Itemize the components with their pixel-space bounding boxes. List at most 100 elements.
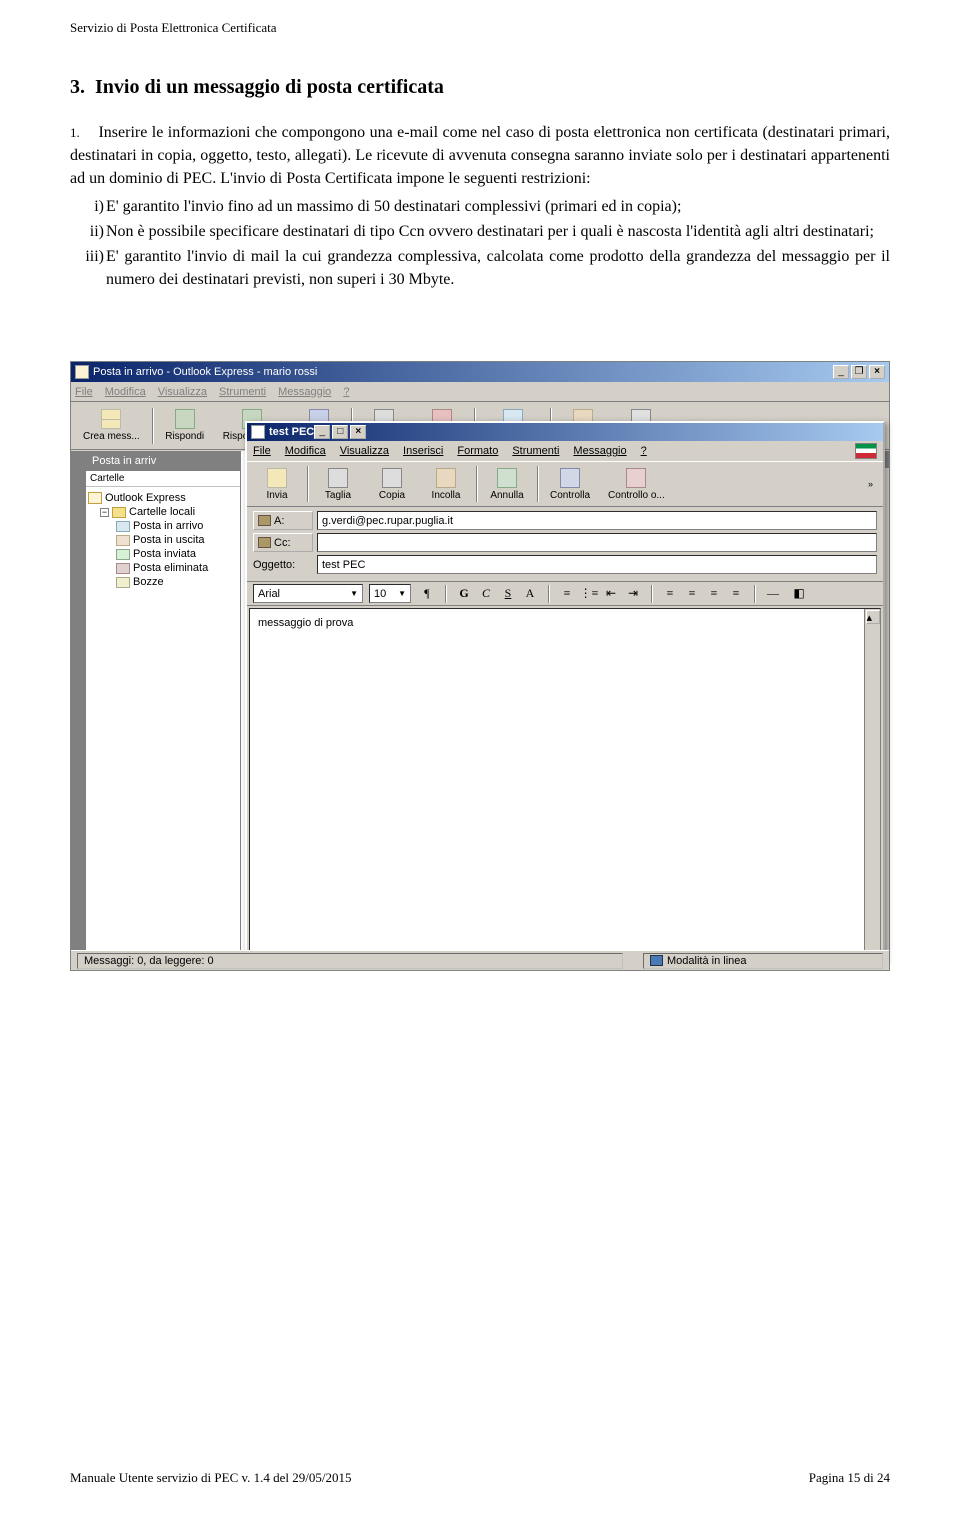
cc-button[interactable]: Cc: (253, 533, 313, 552)
connection-icon (650, 955, 663, 966)
compose-menu-modifica[interactable]: Modifica (285, 445, 326, 457)
tree-outbox[interactable]: Posta in uscita (88, 533, 238, 547)
reply-icon (175, 409, 195, 429)
chevron-down-icon: ▼ (398, 589, 406, 598)
compose-body-text: messaggio di prova (258, 617, 353, 629)
menu-help[interactable]: ? (343, 386, 349, 398)
folder-panel: Posta in arriv Cartelle Outlook Express … (86, 451, 241, 950)
address-book-icon (258, 537, 271, 548)
menu-modifica[interactable]: Modifica (105, 386, 146, 398)
list-marker: 1. (70, 124, 94, 143)
align-left-button[interactable]: ≡ (660, 584, 680, 604)
compose-maximize-button[interactable]: □ (332, 425, 348, 439)
cc-input[interactable] (317, 533, 877, 552)
separator (754, 585, 755, 603)
tree-sent[interactable]: Posta inviata (88, 547, 238, 561)
tree-local-folders[interactable]: − Cartelle locali (88, 505, 238, 519)
bold-button[interactable]: G (454, 584, 474, 604)
bullet-list-button[interactable]: ⋮≡ (579, 584, 599, 604)
number-list-button[interactable]: ≡ (557, 584, 577, 604)
subject-input[interactable] (317, 555, 877, 574)
outlook-bar[interactable] (71, 451, 86, 950)
section-heading: Invio di un messaggio di posta certifica… (95, 76, 444, 98)
list-item-1: 1. Inserire le informazioni che compongo… (70, 121, 890, 191)
align-right-button[interactable]: ≡ (704, 584, 724, 604)
cut-button[interactable]: Taglia (312, 462, 364, 506)
outdent-button[interactable]: ⇤ (601, 584, 621, 604)
align-center-button[interactable]: ≡ (682, 584, 702, 604)
compose-header-fields: A: Cc: Oggetto: (247, 507, 883, 582)
section-number: 3. (70, 76, 85, 98)
tree-drafts[interactable]: Bozze (88, 575, 238, 589)
compose-menu-strumenti[interactable]: Strumenti (512, 445, 559, 457)
to-input[interactable] (317, 511, 877, 530)
indent-button[interactable]: ⇥ (623, 584, 643, 604)
roman-item-ii: ii) Non è possibile specificare destinat… (106, 220, 890, 243)
tree-outlook-express[interactable]: Outlook Express (88, 491, 238, 505)
main-titlebar[interactable]: Posta in arrivo - Outlook Express - mari… (71, 362, 889, 382)
roman-item-i: i) E' garantito l'invio fino ad un massi… (106, 195, 890, 218)
format-toolbar: Arial ▼ 10 ▼ ¶ G C S A (247, 582, 883, 606)
paste-button[interactable]: Incolla (420, 462, 472, 506)
compose-menu-visualizza[interactable]: Visualizza (340, 445, 389, 457)
italic-button[interactable]: C (476, 584, 496, 604)
toolbar-separator (537, 466, 538, 502)
insert-image-button[interactable]: ◧ (789, 584, 809, 604)
font-size-select[interactable]: 10 ▼ (369, 584, 411, 603)
align-justify-button[interactable]: ≡ (726, 584, 746, 604)
compose-menu-help[interactable]: ? (641, 445, 647, 457)
new-message-button[interactable]: Crea mess... (75, 404, 148, 448)
message-list-area: test PEC _ □ × File Modifica Visualizza … (241, 451, 847, 950)
compose-body[interactable]: messaggio di prova ▴ ▾ (249, 608, 881, 968)
copy-icon (382, 468, 402, 488)
folder-header: Posta in arriv (86, 451, 240, 471)
collapse-icon[interactable]: − (100, 508, 109, 517)
menu-strumenti[interactable]: Strumenti (219, 386, 266, 398)
font-color-button[interactable]: A (520, 584, 540, 604)
status-messages: Messaggi: 0, da leggere: 0 (77, 953, 623, 969)
separator (651, 585, 652, 603)
compose-toolbar: Invia Taglia Copia Incolla Annulla Contr… (247, 461, 883, 507)
cut-icon (328, 468, 348, 488)
language-flag-icon[interactable] (855, 443, 877, 459)
trash-icon (116, 563, 130, 574)
compose-menubar: File Modifica Visualizza Inserisci Forma… (247, 441, 883, 461)
restore-button[interactable]: ❐ (851, 365, 867, 379)
toolbar-separator (307, 466, 308, 502)
compose-menu-messaggio[interactable]: Messaggio (573, 445, 626, 457)
hr-button[interactable]: — (763, 584, 783, 604)
menu-messaggio[interactable]: Messaggio (278, 386, 331, 398)
compose-close-button[interactable]: × (350, 425, 366, 439)
more-toolbar-button[interactable]: » (862, 475, 879, 493)
envelope-icon (101, 409, 121, 429)
undo-button[interactable]: Annulla (481, 462, 533, 506)
send-button[interactable]: Invia (251, 462, 303, 506)
paragraph-style-button[interactable]: ¶ (417, 584, 437, 604)
menu-file[interactable]: File (75, 386, 93, 398)
compose-titlebar[interactable]: test PEC _ □ × (247, 423, 883, 441)
compose-menu-file[interactable]: File (253, 445, 271, 457)
roman-item-iii: iii) E' garantito l'invio di mail la cui… (106, 245, 890, 291)
subject-label: Oggetto: (253, 555, 313, 574)
separator (548, 585, 549, 603)
outbox-icon (116, 535, 130, 546)
underline-button[interactable]: S (498, 584, 518, 604)
spellcheck-button[interactable]: Controllo o... (600, 462, 673, 506)
compose-menu-inserisci[interactable]: Inserisci (403, 445, 443, 457)
tree-deleted[interactable]: Posta eliminata (88, 561, 238, 575)
drafts-icon (116, 577, 130, 588)
roman-text: E' garantito l'invio di mail la cui gran… (106, 248, 890, 288)
compose-minimize-button[interactable]: _ (314, 425, 330, 439)
tree-inbox[interactable]: Posta in arrivo (88, 519, 238, 533)
font-select[interactable]: Arial ▼ (253, 584, 363, 603)
scroll-up-button[interactable]: ▴ (866, 610, 880, 624)
compose-menu-formato[interactable]: Formato (457, 445, 498, 457)
to-button[interactable]: A: (253, 511, 313, 530)
copy-button[interactable]: Copia (366, 462, 418, 506)
minimize-button[interactable]: _ (833, 365, 849, 379)
menu-visualizza[interactable]: Visualizza (158, 386, 207, 398)
vertical-scrollbar[interactable]: ▴ ▾ (864, 609, 880, 967)
check-names-button[interactable]: Controlla (542, 462, 598, 506)
reply-button[interactable]: Rispondi (157, 404, 213, 448)
close-button[interactable]: × (869, 365, 885, 379)
